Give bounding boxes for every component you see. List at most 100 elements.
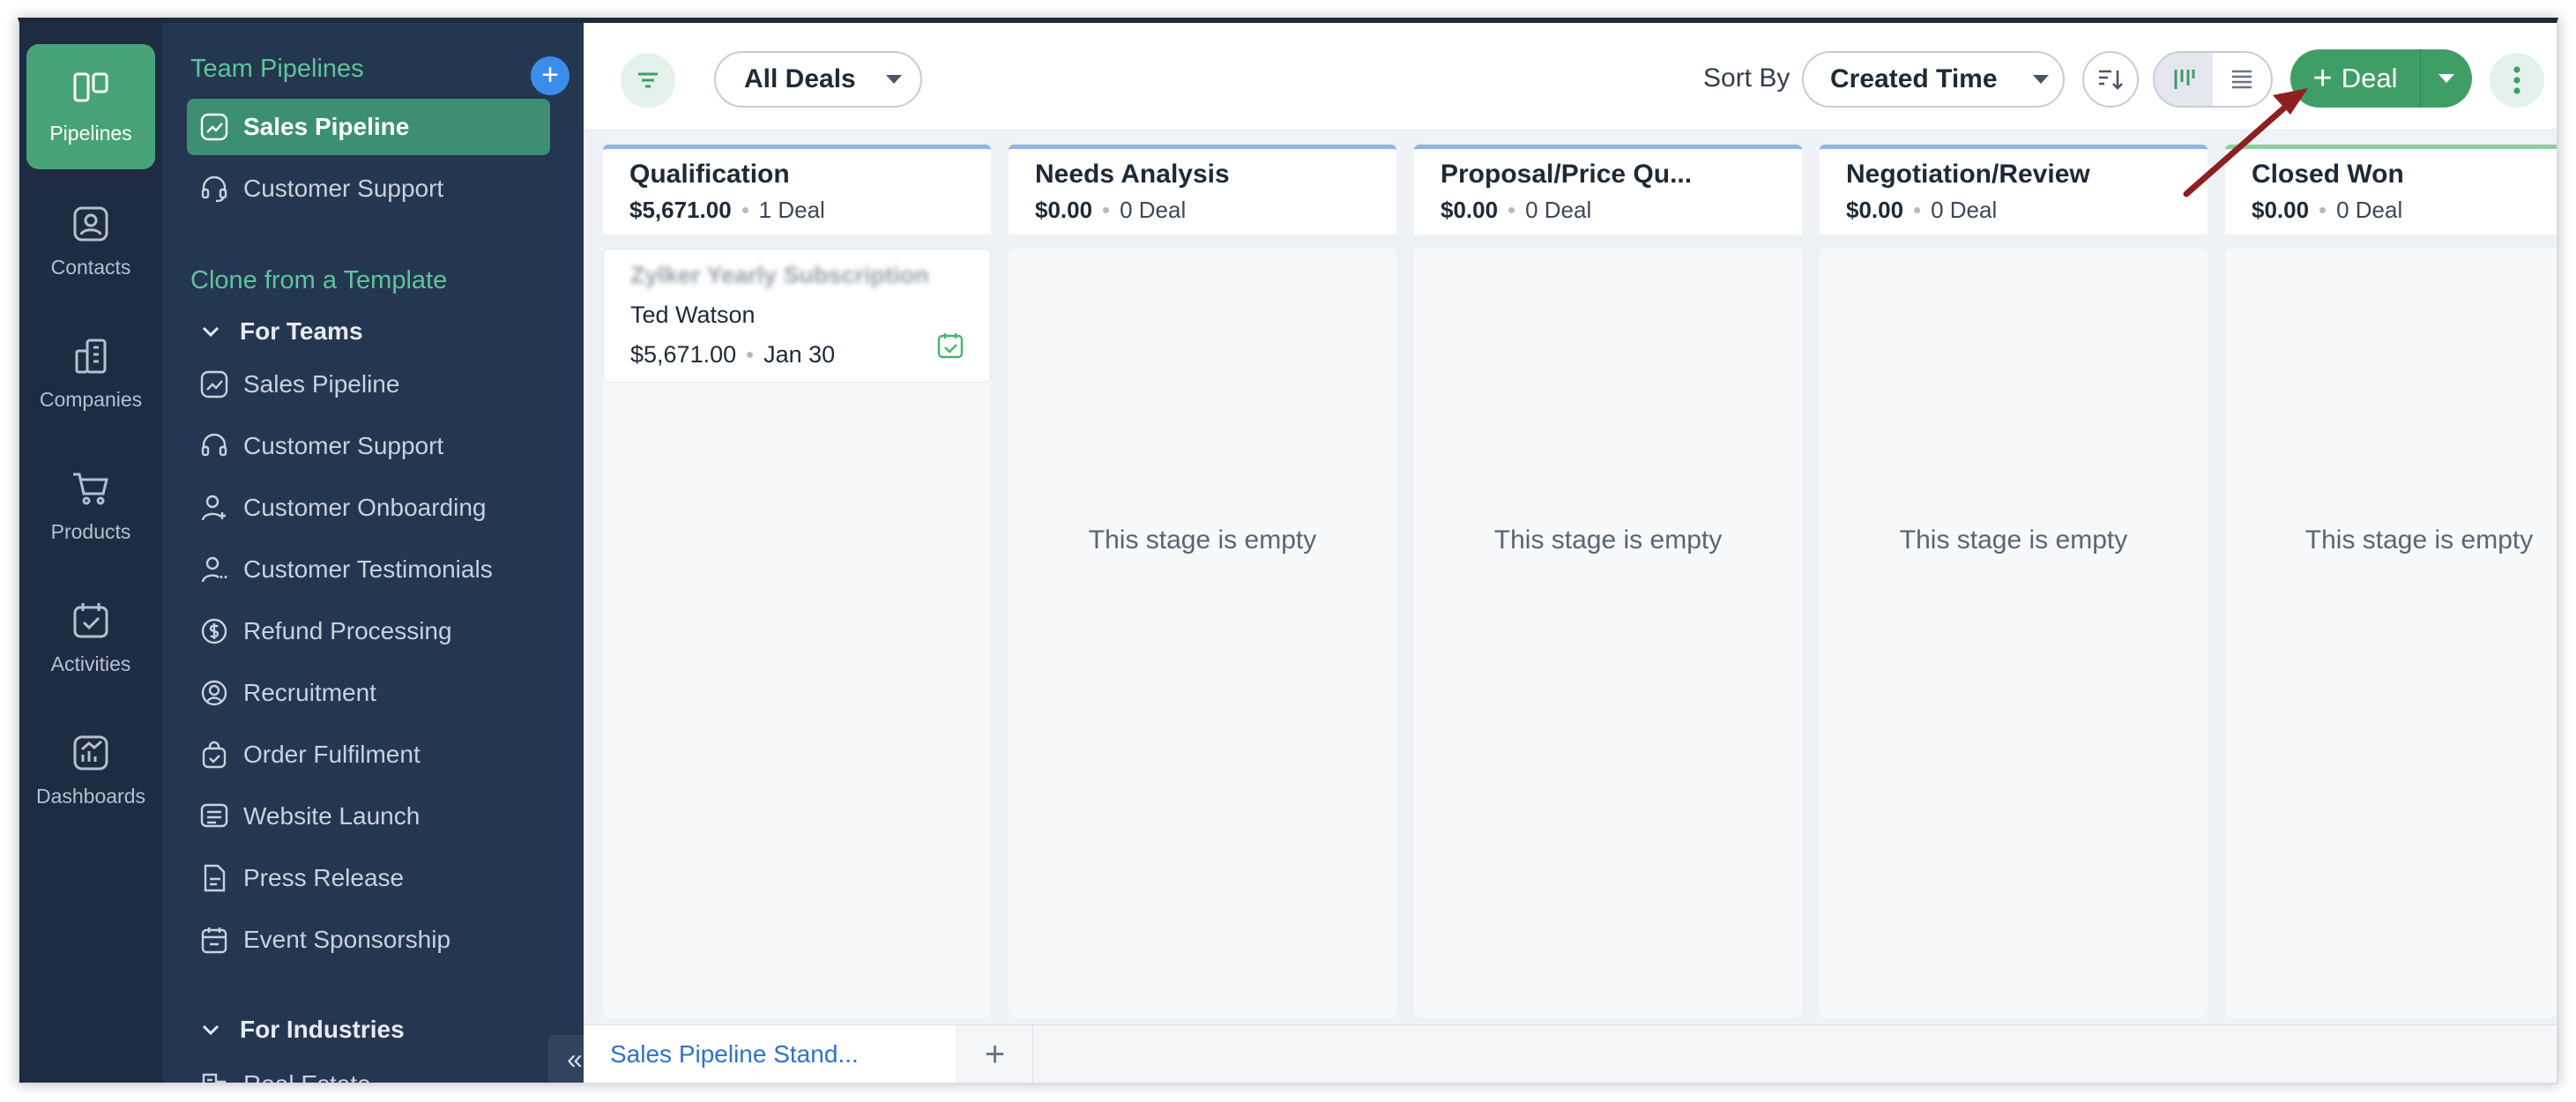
rail-item-contacts[interactable]: Contacts — [26, 178, 155, 303]
trend-icon — [200, 113, 228, 141]
deal-card[interactable]: Zylker Yearly Subscription Ted Watson $5… — [603, 249, 991, 383]
list-view-button[interactable] — [2213, 53, 2271, 106]
template-event-sponsorship[interactable]: Event Sponsorship — [187, 912, 550, 968]
industry-real-estate[interactable]: Real Estate — [187, 1056, 550, 1084]
rail-label: Activities — [50, 652, 131, 675]
rail-label: Contacts — [50, 255, 131, 279]
template-website-launch[interactable]: Website Launch — [187, 788, 550, 845]
toolbar: All Deals Sort By Created Time + Deal — [584, 23, 2557, 129]
stage-count: 0 Deal — [1120, 197, 1187, 223]
view-select[interactable]: All Deals — [714, 51, 922, 108]
template-press-release[interactable]: Press Release — [187, 850, 550, 906]
building-icon — [202, 1073, 227, 1083]
empty-stage-text: This stage is empty — [2304, 525, 2534, 555]
user-quote-icon — [201, 556, 227, 583]
products-icon — [73, 473, 108, 504]
template-label: Sales Pipeline — [243, 370, 400, 398]
user-circle-icon — [201, 680, 227, 706]
stage-amount: $0.00 — [1441, 197, 1499, 223]
module-rail: Pipelines Contacts Companies Products Ac… — [19, 23, 162, 1083]
tab-sales-pipeline-standard[interactable]: Sales Pipeline Stand... — [584, 1025, 957, 1083]
rail-item-products[interactable]: Products — [26, 443, 155, 568]
stage-title: Proposal/Price Qu... — [1441, 160, 1693, 189]
template-recruitment[interactable]: Recruitment — [187, 665, 550, 721]
more-options-button[interactable] — [2490, 53, 2544, 108]
sidebar-item-label: Sales Pipeline — [243, 113, 410, 140]
kanban-view-button[interactable] — [2155, 53, 2213, 106]
clone-template-title: Clone from a Template — [190, 266, 448, 294]
pipelines-icon — [73, 72, 108, 101]
template-label: Press Release — [243, 864, 405, 891]
template-label: Refund Processing — [243, 617, 452, 644]
rail-item-dashboards[interactable]: Dashboards — [26, 707, 155, 832]
pipeline-board: All Deals Sort By Created Time + Deal Qu… — [584, 23, 2557, 1083]
rail-label: Products — [50, 519, 131, 543]
chevron-down-icon — [202, 326, 220, 338]
bag-check-icon — [202, 741, 227, 769]
template-order-fulfilment[interactable]: Order Fulfilment — [187, 726, 550, 783]
stage-summary: $0.00 0 Deal — [1035, 197, 1370, 224]
pipelines-sidebar: Team Pipelines + Sales Pipeline Customer… — [162, 23, 601, 1084]
chevron-down-icon — [2032, 75, 2049, 84]
template-sales-pipeline[interactable]: Sales Pipeline — [187, 356, 550, 413]
add-deal-button[interactable]: + Deal — [2290, 49, 2472, 108]
sort-select[interactable]: Created Time — [1802, 51, 2065, 108]
list-icon — [2232, 70, 2252, 89]
browser-icon — [200, 803, 228, 828]
contacts-icon — [73, 206, 108, 241]
rail-label: Dashboards — [35, 784, 146, 808]
rail-label: Companies — [39, 387, 143, 411]
activities-icon — [73, 602, 108, 637]
stage-title: Negotiation/Review — [1846, 160, 2090, 189]
stage-header[interactable]: Closed Won $0.00 0 Deal — [2225, 145, 2557, 235]
template-customer-onboarding[interactable]: Customer Onboarding — [187, 480, 550, 536]
filter-button[interactable] — [621, 53, 675, 108]
deal-contact[interactable]: Ted Watson — [630, 302, 964, 329]
stage-summary: $0.00 0 Deal — [1846, 197, 2181, 224]
rail-item-activities[interactable]: Activities — [26, 575, 155, 700]
template-refund-processing[interactable]: Refund Processing — [187, 603, 550, 659]
app-window: Pipelines Contacts Companies Products Ac… — [18, 18, 2558, 1084]
view-select-value: All Deals — [744, 64, 856, 93]
stage-header[interactable]: Negotiation/Review $0.00 0 Deal — [1820, 145, 2207, 235]
deal-amount: $5,671.00 — [630, 341, 737, 368]
stage-amount: $0.00 — [1035, 197, 1093, 223]
add-pipeline-button[interactable]: + — [531, 56, 570, 95]
create-deal-button[interactable]: + Deal — [2290, 49, 2421, 108]
for-teams-group[interactable]: For Teams — [197, 317, 363, 346]
industry-label: Real Estate — [243, 1070, 371, 1084]
stage-body: This stage is empty — [1414, 249, 1802, 1017]
calendar-gift-icon — [201, 927, 227, 954]
stage-header[interactable]: Needs Analysis $0.00 0 Deal — [1009, 145, 1396, 235]
sidebar-item-sales-pipeline[interactable]: Sales Pipeline — [187, 99, 550, 155]
stage-title: Needs Analysis — [1035, 160, 1230, 189]
stage-header[interactable]: Proposal/Price Qu... $0.00 0 Deal — [1414, 145, 1802, 235]
stage-header[interactable]: Qualification $5,671.00 1 Deal — [603, 145, 991, 235]
sort-order-button[interactable] — [2082, 51, 2139, 108]
sidebar-item-customer-support[interactable]: Customer Support — [187, 160, 550, 217]
kebab-menu-icon — [2513, 66, 2520, 94]
chevron-down-icon — [2438, 74, 2454, 83]
stage-summary: $0.00 0 Deal — [1441, 197, 1776, 224]
stage-amount: $0.00 — [2252, 197, 2310, 223]
plus-icon: + — [2312, 60, 2333, 97]
headset-icon — [201, 175, 227, 203]
template-label: Order Fulfilment — [243, 741, 421, 768]
user-add-icon — [201, 495, 226, 521]
stage-amount: $0.00 — [1846, 197, 1904, 223]
deal-options-dropdown[interactable] — [2421, 74, 2472, 83]
add-tab-button[interactable]: + — [957, 1025, 1033, 1083]
for-industries-group[interactable]: For Industries — [197, 1016, 405, 1044]
kanban-icon — [2174, 70, 2195, 89]
calendar-check-icon[interactable] — [935, 331, 965, 361]
rail-item-pipelines[interactable]: Pipelines — [26, 44, 155, 169]
template-label: Customer Onboarding — [243, 494, 487, 521]
rail-item-companies[interactable]: Companies — [26, 310, 155, 436]
rail-label: Pipelines — [49, 121, 132, 145]
template-customer-support[interactable]: Customer Support — [187, 418, 550, 474]
deal-date: Jan 30 — [763, 341, 836, 368]
template-label: Website Launch — [243, 802, 421, 830]
stage-column-closed-won: Closed Won $0.00 0 Deal This stage is emp… — [2225, 145, 2557, 1017]
chevron-down-icon — [202, 1024, 220, 1036]
template-customer-testimonials[interactable]: Customer Testimonials — [187, 541, 550, 598]
